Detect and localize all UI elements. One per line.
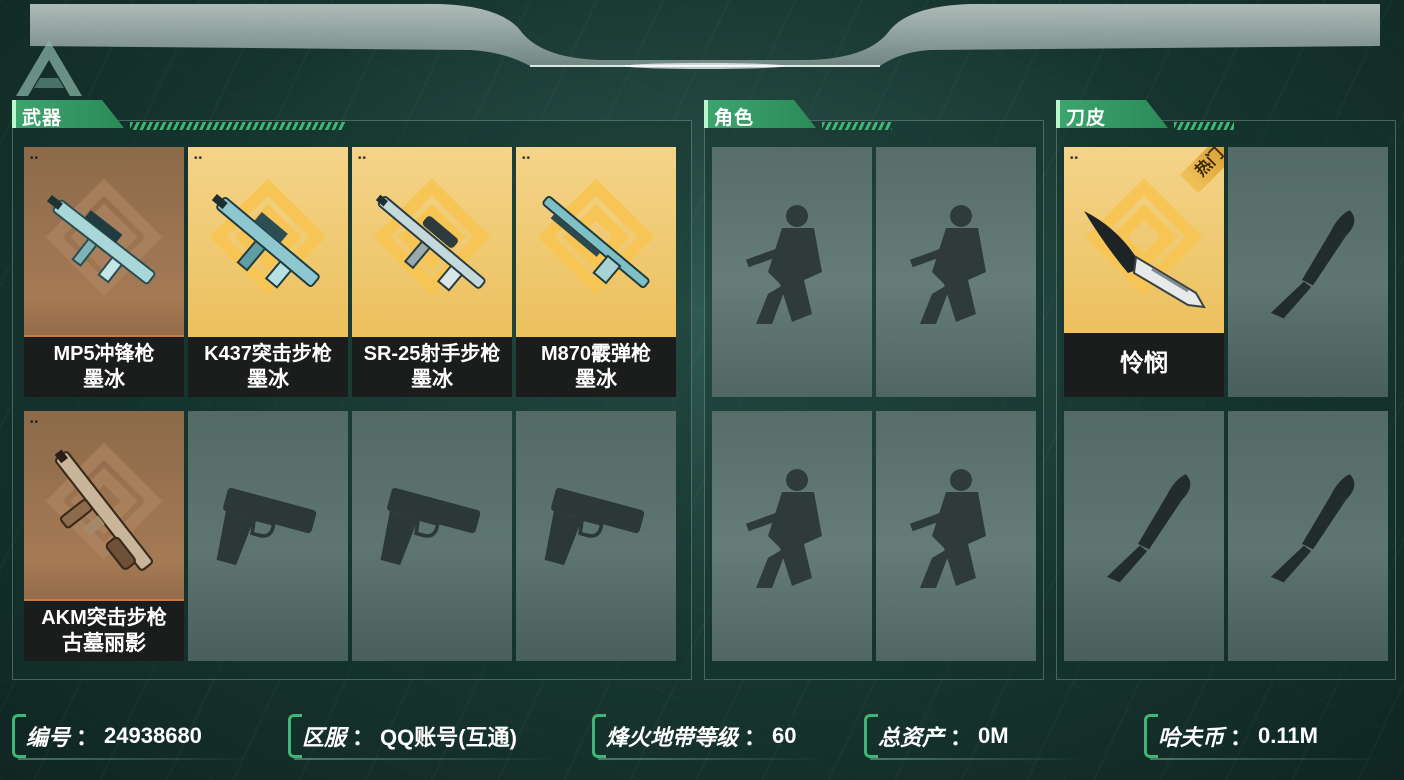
info-value: 0.11M — [1258, 723, 1318, 748]
weapon-label: M870霰弹枪 墨冰 — [516, 335, 676, 397]
info-bracket — [864, 714, 878, 758]
weapon-skin-name: 古墓丽影 — [62, 632, 146, 655]
empty-character-slot[interactable] — [712, 147, 872, 397]
weapon-label: MP5冲锋枪 墨冰 — [24, 335, 184, 397]
soldier-silhouette-icon — [745, 469, 822, 588]
weapon-name: MP5冲锋枪 — [53, 343, 155, 365]
info-underline — [598, 758, 822, 760]
info-bracket — [592, 714, 606, 758]
weapon-card-akm[interactable]: •• AKM突击步枪 古墓丽影 — [24, 411, 184, 661]
weapon-name: M870霰弹枪 — [540, 343, 652, 365]
empty-character-slot[interactable] — [876, 147, 1036, 397]
weapon-skin-name: 墨冰 — [411, 368, 453, 391]
info-label: 区服 — [302, 725, 347, 750]
info-value: 60 — [772, 723, 797, 748]
info-value: QQ账号(互通) — [380, 725, 517, 750]
top-banner — [30, 4, 1380, 69]
info-account-id: 编号： 24938680 — [12, 712, 252, 760]
weapon-label: AKM突击步枪 古墓丽影 — [24, 599, 184, 661]
characters-tab-hatch — [822, 122, 892, 130]
knife-silhouette-icon — [1270, 210, 1355, 319]
empty-knife-slot[interactable] — [1228, 411, 1388, 661]
weapon-label: K437突击步枪 墨冰 — [188, 335, 348, 397]
info-total-assets: 总资产： 0M — [864, 712, 1084, 760]
pistol-silhouette-icon — [216, 488, 317, 566]
rifle-icon — [54, 449, 154, 571]
weapons-tab-hatch — [130, 122, 345, 130]
karambit-icon — [1084, 211, 1206, 309]
info-level: 烽火地带等级： 60 — [592, 712, 822, 760]
empty-knife-slot[interactable] — [1064, 411, 1224, 661]
empty-weapon-slot[interactable] — [352, 411, 512, 661]
info-value: 24938680 — [104, 723, 202, 748]
knife-skin-name: 怜悯 — [1120, 350, 1168, 377]
knife-skins-tab-hatch — [1174, 122, 1234, 130]
knife-skins-grid: •• 热门 怜悯 — [1064, 147, 1388, 661]
info-coins: 哈夫币： 0.11M — [1144, 712, 1384, 760]
info-label: 编号 — [26, 725, 71, 750]
knife-label: 怜悯 — [1064, 331, 1224, 397]
weapon-skin-name: 墨冰 — [247, 368, 289, 391]
info-bracket — [288, 714, 302, 758]
info-bracket — [1144, 714, 1158, 758]
info-label: 哈夫币 — [1158, 725, 1225, 750]
info-underline — [1150, 758, 1384, 760]
info-value: 0M — [978, 723, 1009, 748]
knife-silhouette-icon — [1106, 474, 1191, 583]
soldier-silhouette-icon — [909, 469, 986, 588]
weapon-card-k437[interactable]: •• K437突击步枪 墨冰 — [188, 147, 348, 397]
soldier-silhouette-icon — [745, 205, 822, 324]
weapon-skin-name: 墨冰 — [575, 368, 617, 391]
characters-grid — [712, 147, 1036, 661]
empty-weapon-slot[interactable] — [188, 411, 348, 661]
weapon-card-sr25[interactable]: •• SR-25射手步枪 墨冰 — [352, 147, 512, 397]
empty-character-slot[interactable] — [876, 411, 1036, 661]
shotgun-icon — [542, 195, 650, 289]
weapon-skin-name: 墨冰 — [83, 368, 125, 391]
empty-weapon-slot[interactable] — [516, 411, 676, 661]
pistol-silhouette-icon — [544, 488, 645, 566]
weapon-name: AKM突击步枪 — [41, 607, 167, 629]
info-underline — [18, 758, 252, 760]
weapon-name: K437突击步枪 — [204, 343, 332, 365]
logo-icon — [16, 40, 82, 96]
weapon-card-m870[interactable]: •• M870霰弹枪 墨冰 — [516, 147, 676, 397]
weapons-grid: •• MP5冲锋枪 墨冰 •• K437突击步枪 墨冰 •• SR-25射手步枪… — [24, 147, 676, 661]
pistol-silhouette-icon — [380, 488, 481, 566]
weapon-card-mp5[interactable]: •• MP5冲锋枪 墨冰 — [24, 147, 184, 397]
info-label: 总资产 — [878, 725, 945, 750]
info-bracket — [12, 714, 26, 758]
smg-icon — [46, 194, 156, 285]
info-label: 烽火地带等级 — [606, 725, 739, 750]
rifle-icon — [211, 193, 320, 289]
knife-card-mercy[interactable]: •• 热门 怜悯 — [1064, 147, 1224, 397]
knife-silhouette-icon — [1270, 474, 1355, 583]
marksman-rifle-icon — [375, 194, 486, 292]
empty-character-slot[interactable] — [712, 411, 872, 661]
empty-knife-slot[interactable] — [1228, 147, 1388, 397]
weapon-name: SR-25射手步枪 — [363, 343, 501, 365]
info-underline — [294, 758, 558, 760]
weapon-label: SR-25射手步枪 墨冰 — [352, 335, 512, 397]
info-server: 区服： QQ账号(互通) — [288, 712, 558, 760]
info-underline — [870, 758, 1084, 760]
soldier-silhouette-icon — [909, 205, 986, 324]
